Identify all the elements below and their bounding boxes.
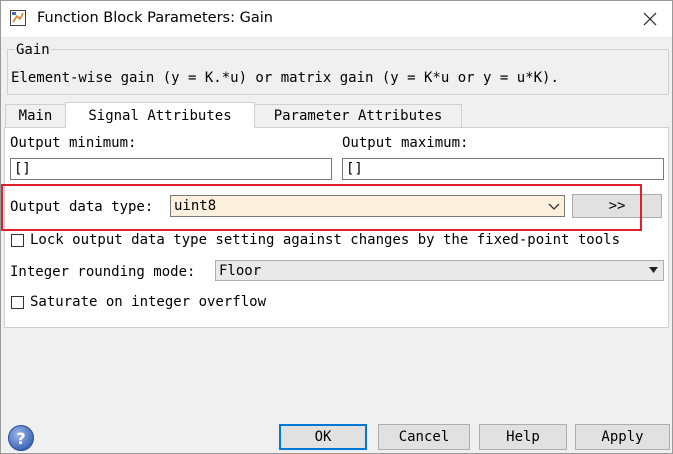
tab-main[interactable]: Main xyxy=(5,104,66,128)
rounding-mode-value: Floor xyxy=(219,263,262,279)
ok-button[interactable]: OK xyxy=(279,424,367,450)
chevron-down-icon[interactable] xyxy=(548,201,560,211)
saturate-label: Saturate on integer overflow xyxy=(30,294,267,310)
rounding-mode-select[interactable]: Floor xyxy=(215,260,664,281)
title-bar[interactable]: Function Block Parameters: Gain xyxy=(1,1,672,38)
output-data-type-value: uint8 xyxy=(174,198,217,214)
signal-attributes-panel: Output minimum: [] Output maximum: [] Ou… xyxy=(4,127,669,328)
data-type-assistant-button[interactable]: >> xyxy=(572,194,662,218)
rounding-mode-label: Integer rounding mode: xyxy=(10,264,196,280)
block-description: Element-wise gain (y = K.*u) or matrix g… xyxy=(11,70,559,86)
saturate-checkbox[interactable] xyxy=(11,296,24,309)
lock-data-type-label: Lock output data type setting against ch… xyxy=(30,232,621,248)
cancel-button[interactable]: Cancel xyxy=(378,424,470,450)
dialog-window: Function Block Parameters: Gain Gain Ele… xyxy=(0,0,673,454)
window-title: Function Block Parameters: Gain xyxy=(37,10,273,26)
output-data-type-label: Output data type: xyxy=(10,199,154,215)
svg-text:?: ? xyxy=(16,429,25,448)
tab-signal-attributes[interactable]: Signal Attributes xyxy=(65,102,255,128)
help-question-icon[interactable]: ? xyxy=(7,424,35,452)
apply-button[interactable]: Apply xyxy=(575,424,670,450)
help-button[interactable]: Help xyxy=(479,424,567,450)
output-maximum-input[interactable]: [] xyxy=(342,158,664,180)
output-data-type-combo[interactable]: uint8 xyxy=(170,195,565,217)
dropdown-arrow-icon xyxy=(649,267,658,273)
tab-parameter-attributes[interactable]: Parameter Attributes xyxy=(254,104,462,128)
output-minimum-input[interactable]: [] xyxy=(10,158,332,180)
output-maximum-label: Output maximum: xyxy=(342,135,469,151)
close-icon[interactable] xyxy=(638,7,662,31)
group-title: Gain xyxy=(15,42,51,58)
simulink-block-icon xyxy=(10,10,26,26)
lock-data-type-checkbox[interactable] xyxy=(11,234,24,247)
output-minimum-label: Output minimum: xyxy=(10,135,137,151)
